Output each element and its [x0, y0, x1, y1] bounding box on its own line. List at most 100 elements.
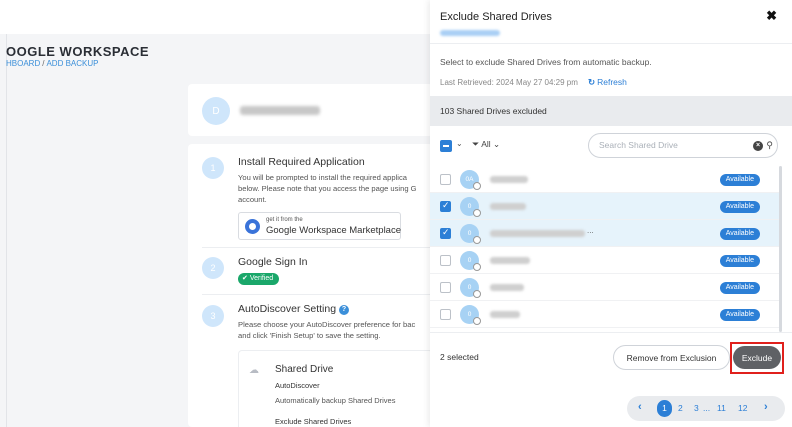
list-scrollbar[interactable] — [779, 166, 782, 332]
step-description-line: Please choose your AutoDiscover preferen… — [238, 320, 416, 329]
marketplace-logo-icon — [245, 219, 260, 234]
shared-drive-badge-icon — [473, 263, 481, 271]
status-badge: Available — [719, 309, 760, 321]
refresh-button[interactable]: ↻ Refresh — [588, 77, 627, 88]
list-item[interactable]: 0 Available — [430, 274, 780, 301]
drive-name-redacted — [490, 257, 530, 264]
help-icon[interactable]: ? — [339, 305, 350, 315]
previous-page-button[interactable]: ‹ — [638, 401, 642, 413]
remove-from-exclusion-button[interactable]: Remove from Exclusion — [613, 345, 730, 370]
row-checkbox[interactable] — [440, 174, 451, 185]
dialog-title: Exclude Shared Drives — [440, 11, 552, 23]
page-button[interactable]: 11 — [717, 403, 726, 413]
user-card: D — [188, 84, 433, 136]
step-description-line: and click 'Finish Setup' to save the set… — [238, 331, 381, 340]
filter-icon: ⏷ — [472, 139, 480, 149]
step-divider — [202, 247, 433, 248]
step-title-wrap: AutoDiscover Setting? — [238, 303, 350, 315]
excluded-summary: 103 Shared Drives excluded — [440, 106, 547, 116]
footer-divider — [430, 332, 792, 333]
search-input[interactable] — [599, 140, 739, 150]
row-checkbox[interactable] — [440, 309, 451, 320]
verified-label: Verified — [249, 275, 274, 282]
list-item[interactable]: 0 Available — [430, 193, 780, 220]
page-title: OOGLE WORKSPACE — [6, 44, 150, 59]
close-icon[interactable]: ✖ — [766, 8, 777, 24]
status-filter-dropdown[interactable]: ⏷ All ⌄ — [472, 139, 500, 150]
page-header — [0, 0, 430, 34]
search-icon[interactable]: ⚲ — [766, 140, 773, 151]
shared-drive-badge-icon — [473, 182, 481, 190]
drive-name-redacted — [490, 230, 585, 237]
step-number: 1 — [202, 157, 224, 179]
list-item[interactable]: 0A Available — [430, 166, 780, 193]
step-description-line: below. Please note that you access the p… — [238, 184, 417, 193]
avatar: D — [202, 97, 230, 125]
chevron-down-icon[interactable]: ⌄ — [456, 139, 463, 148]
drive-name-redacted — [490, 284, 524, 291]
step-description-line: You will be prompted to install the requ… — [238, 173, 407, 182]
setup-steps-card: 1 Install Required Application You will … — [188, 144, 433, 427]
selected-count: 2 selected — [440, 352, 479, 362]
breadcrumb-dashboard[interactable]: HBOARD — [6, 59, 40, 68]
user-email-redacted — [240, 106, 320, 115]
domain-redacted — [440, 30, 500, 36]
list-item[interactable]: 0 Available — [430, 301, 780, 328]
marketplace-button[interactable]: get it from the Google Workspace Marketp… — [238, 212, 401, 240]
row-checkbox[interactable] — [440, 227, 451, 239]
last-retrieved: Last Retrieved: 2024 May 27 04:29 pm — [440, 78, 578, 87]
status-badge: Available — [719, 228, 760, 240]
row-checkbox[interactable] — [440, 200, 451, 212]
dialog-description: Select to exclude Shared Drives from aut… — [440, 57, 652, 67]
page-button[interactable]: 3 — [694, 403, 699, 413]
exclude-shared-drives-link[interactable]: Exclude Shared Drives — [275, 417, 351, 426]
row-checkbox[interactable] — [440, 255, 451, 266]
step-title: Google Sign In — [238, 256, 308, 268]
refresh-icon: ↻ — [588, 77, 596, 87]
select-all-checkbox[interactable] — [440, 140, 452, 152]
page-ellipsis: ... — [703, 403, 711, 413]
status-badge: Available — [719, 255, 760, 267]
row-checkbox[interactable] — [440, 282, 451, 293]
shared-drive-title: Shared Drive — [275, 364, 334, 375]
shared-drive-badge-icon — [473, 317, 481, 325]
step-number: 3 — [202, 305, 224, 327]
exclude-shared-drives-dialog: Exclude Shared Drives ✖ Select to exclud… — [430, 0, 792, 427]
highlight-box — [730, 342, 784, 374]
filter-label: All — [481, 139, 491, 149]
refresh-label: Refresh — [597, 77, 627, 87]
verified-badge: ✔ Verified — [238, 273, 280, 285]
step-divider — [202, 294, 433, 295]
shared-drive-badge-icon — [473, 236, 481, 244]
cloud-icon: ☁ — [249, 365, 259, 376]
shared-drive-badge-icon — [473, 209, 481, 217]
page-button[interactable]: 12 — [738, 403, 747, 413]
next-page-button[interactable]: › — [764, 401, 768, 413]
breadcrumb: HBOARD / ADD BACKUP — [6, 59, 98, 68]
status-badge: Available — [719, 201, 760, 213]
breadcrumb-separator: / — [42, 59, 45, 68]
shared-drive-setting-card: ☁ Shared Drive AutoDiscover Automaticall… — [238, 350, 433, 427]
list-item[interactable]: 0 ... Available — [430, 220, 780, 247]
pagination: ‹ 1 2 3 ... 11 12 › — [627, 396, 785, 421]
check-icon: ✔ — [242, 275, 250, 282]
autodiscover-description: Automatically backup Shared Drives — [275, 396, 396, 405]
status-badge: Available — [719, 174, 760, 186]
dialog-divider — [430, 43, 792, 44]
page-button-current[interactable]: 1 — [657, 400, 672, 417]
list-item[interactable]: 0 Available — [430, 247, 780, 274]
drive-name-redacted — [490, 311, 520, 318]
status-badge: Available — [719, 282, 760, 294]
step-number: 2 — [202, 257, 224, 279]
search-box: × ⚲ — [588, 133, 778, 158]
shared-drive-badge-icon — [473, 290, 481, 298]
autodiscover-label: AutoDiscover — [275, 381, 320, 390]
breadcrumb-add-backup[interactable]: ADD BACKUP — [46, 59, 98, 68]
chevron-down-icon: ⌄ — [493, 139, 501, 149]
name-ellipsis: ... — [587, 226, 594, 235]
step-description-line: account. — [238, 195, 267, 204]
page-button[interactable]: 2 — [678, 403, 683, 413]
clear-icon[interactable]: × — [753, 141, 763, 151]
step-title: Install Required Application — [238, 156, 365, 168]
shared-drive-list: 0A Available 0 Available 0 ... Available… — [430, 166, 780, 332]
